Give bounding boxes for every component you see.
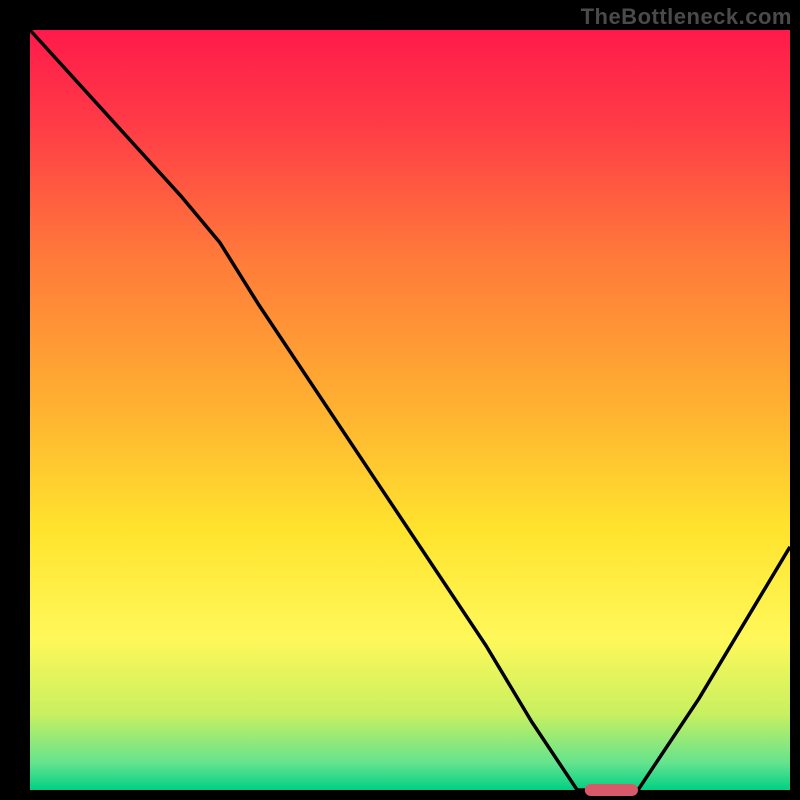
watermark-text: TheBottleneck.com <box>581 4 792 30</box>
bottleneck-chart <box>0 0 800 800</box>
optimal-marker <box>585 784 638 796</box>
plot-background <box>30 30 790 790</box>
chart-container: TheBottleneck.com <box>0 0 800 800</box>
